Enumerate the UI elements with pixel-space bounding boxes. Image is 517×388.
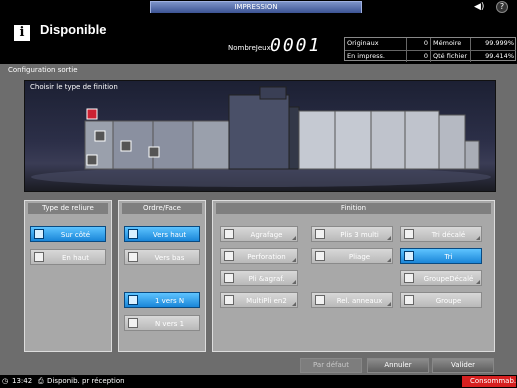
originals-value: 0 (407, 38, 431, 50)
order-1-to-n-button[interactable]: 1 vers N (124, 292, 200, 308)
order-title: Ordre/Face (122, 203, 202, 214)
ring-binding-button[interactable]: Rel. anneaux (311, 292, 393, 308)
punch-icon (224, 251, 234, 261)
printing-label: En impress. (345, 50, 407, 62)
preview-label: Choisir le type de finition (30, 83, 118, 91)
consumables-button[interactable]: Consommab. (462, 376, 516, 387)
stats-table: Originaux 0 Mémoire 99.999% En impress. … (344, 37, 516, 62)
jobs-counter: 0001 (270, 35, 322, 56)
binding-top-button[interactable]: En haut (30, 249, 106, 265)
offset-sort-button[interactable]: Tri décalé (400, 226, 482, 242)
info-icon: i (14, 25, 30, 41)
offset-sort-icon (404, 229, 414, 239)
sort-button[interactable]: Tri (400, 248, 482, 264)
machine-preview (24, 80, 496, 192)
staple-icon (224, 229, 234, 239)
face-down-button[interactable]: Vers bas (124, 249, 200, 265)
tri-fold-multi-button[interactable]: Plis 3 multi (311, 226, 393, 242)
fold-icon (315, 251, 325, 261)
staple-button[interactable]: Agrafage (220, 226, 298, 242)
status-time: 13:42 (12, 377, 33, 385)
memory-value: 99.999% (485, 39, 514, 47)
printer-illustration (31, 86, 491, 187)
originals-label: Originaux (345, 38, 407, 50)
printing-value: 0 (407, 50, 431, 62)
default-button[interactable]: Par défaut (300, 358, 362, 373)
finishing-title: Finition (216, 203, 491, 214)
help-icon[interactable]: ? (496, 1, 508, 13)
group-icon (404, 295, 414, 305)
half-fold-icon (224, 295, 234, 305)
binding-panel: Type de reliure (24, 200, 112, 352)
punch-button[interactable]: Perforation (220, 248, 298, 264)
face-up-icon (128, 229, 138, 239)
status-bar: ◷ 13:42 ⎙ Disponib. pr réception Consomm… (0, 375, 517, 388)
speaker-icon[interactable]: ◀) (474, 2, 484, 12)
sort-icon (404, 251, 414, 261)
memory-label: Mémoire (431, 38, 471, 50)
multi-half-fold-button[interactable]: MultiPli en2 (220, 292, 298, 308)
tri-fold-icon (315, 229, 325, 239)
screen-title: Configuration sortie (8, 66, 78, 74)
fileqty-value: 99.414% (471, 50, 516, 62)
fileqty-label: Qté fichier (431, 50, 471, 62)
fold-staple-icon (224, 273, 234, 283)
binding-side-button[interactable]: Sur côté (30, 226, 106, 242)
machine-state: Disponible (40, 22, 107, 37)
fold-button[interactable]: Pliage (311, 248, 393, 264)
group-button[interactable]: Groupe (400, 292, 482, 308)
tab-impression[interactable]: IMPRESSION (150, 1, 362, 13)
pages-stack-reverse-icon (128, 318, 138, 328)
book-top-icon (34, 252, 44, 262)
group-offset-icon (404, 273, 414, 283)
face-down-icon (128, 252, 138, 262)
printer-status-icon: ⎙ (38, 377, 44, 385)
validate-button[interactable]: Valider (432, 358, 494, 373)
binding-title: Type de reliure (28, 203, 108, 214)
pages-stack-icon (128, 295, 138, 305)
group-offset-button[interactable]: GroupeDécalé (400, 270, 482, 286)
cancel-button[interactable]: Annuler (367, 358, 429, 373)
book-side-icon (34, 229, 44, 239)
fold-staple-button[interactable]: Pli &agraf. (220, 270, 298, 286)
status-message: Disponib. pr réception (47, 377, 125, 385)
order-n-to-1-button[interactable]: N vers 1 (124, 315, 200, 331)
jobs-label: NombreJeux (228, 44, 271, 52)
top-status-bar: IMPRESSION ◀) ? (0, 0, 517, 14)
clock-icon: ◷ (2, 377, 9, 385)
face-up-button[interactable]: Vers haut (124, 226, 200, 242)
ring-binding-icon (315, 295, 325, 305)
